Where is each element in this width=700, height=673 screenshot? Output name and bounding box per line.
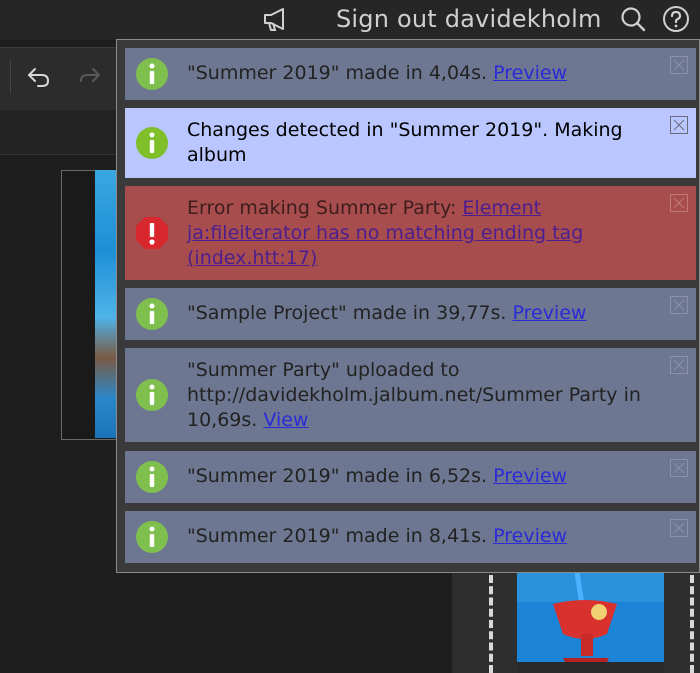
drop-zone-border-left — [489, 575, 493, 673]
toolbar-divider — [10, 60, 11, 94]
info-icon — [136, 461, 168, 493]
close-icon[interactable] — [670, 296, 688, 314]
preview-link[interactable]: Preview — [512, 302, 586, 324]
notification-text: "Sample Project" made in 39,77s. — [187, 302, 513, 324]
toolbar — [0, 47, 120, 111]
notification-text: Changes detected in "Summer 2019". Makin… — [187, 119, 623, 166]
notification-item: "Summer 2019" made in 8,41s. Preview — [125, 511, 696, 563]
redo-icon[interactable] — [78, 66, 102, 88]
info-icon — [136, 521, 168, 553]
preview-link[interactable]: Preview — [493, 525, 567, 547]
notification-item: "Summer 2019" made in 6,52s. Preview — [125, 451, 696, 503]
info-icon — [136, 58, 168, 90]
preview-link[interactable]: Preview — [493, 62, 567, 84]
info-icon — [136, 379, 168, 411]
notification-item: "Sample Project" made in 39,77s. Preview — [125, 288, 696, 340]
info-icon — [136, 127, 168, 159]
megaphone-icon[interactable] — [262, 6, 290, 32]
notification-text: "Summer 2019" made in 4,04s. — [187, 62, 494, 84]
preview-link[interactable]: Preview — [493, 465, 567, 487]
notification-item: "Summer Party" uploaded to http://davide… — [125, 348, 696, 442]
secondary-toolbar — [0, 110, 120, 155]
notification-text: "Summer 2019" made in 6,52s. — [187, 465, 494, 487]
notification-item: "Summer 2019" made in 4,04s. Preview — [125, 48, 696, 100]
search-icon[interactable] — [619, 5, 647, 33]
error-icon — [136, 217, 168, 249]
notification-item-error: Error making Summer Party: Element ja:fi… — [125, 186, 696, 280]
close-icon[interactable] — [670, 519, 688, 537]
close-icon[interactable] — [670, 56, 688, 74]
close-icon[interactable] — [670, 459, 688, 477]
close-icon[interactable] — [670, 116, 688, 134]
close-icon[interactable] — [670, 356, 688, 374]
notification-item: Changes detected in "Summer 2019". Makin… — [125, 108, 696, 178]
close-icon[interactable] — [670, 194, 688, 212]
view-link[interactable]: View — [263, 409, 308, 431]
notification-text: Error making Summer Party: — [187, 197, 463, 219]
notification-text: "Summer Party" uploaded to http://davide… — [187, 359, 641, 431]
help-icon[interactable] — [662, 5, 690, 33]
notifications-popup: "Summer 2019" made in 4,04s. Preview Cha… — [116, 39, 700, 573]
sign-out-link[interactable]: Sign out davidekholm — [336, 3, 602, 35]
drink-photo-thumbnail[interactable] — [517, 572, 664, 673]
notification-text: "Summer 2019" made in 8,41s. — [187, 525, 494, 547]
info-icon — [136, 298, 168, 330]
undo-icon[interactable] — [26, 66, 52, 88]
drop-zone-border-right — [690, 575, 694, 673]
top-bar: Sign out davidekholm — [0, 0, 700, 40]
